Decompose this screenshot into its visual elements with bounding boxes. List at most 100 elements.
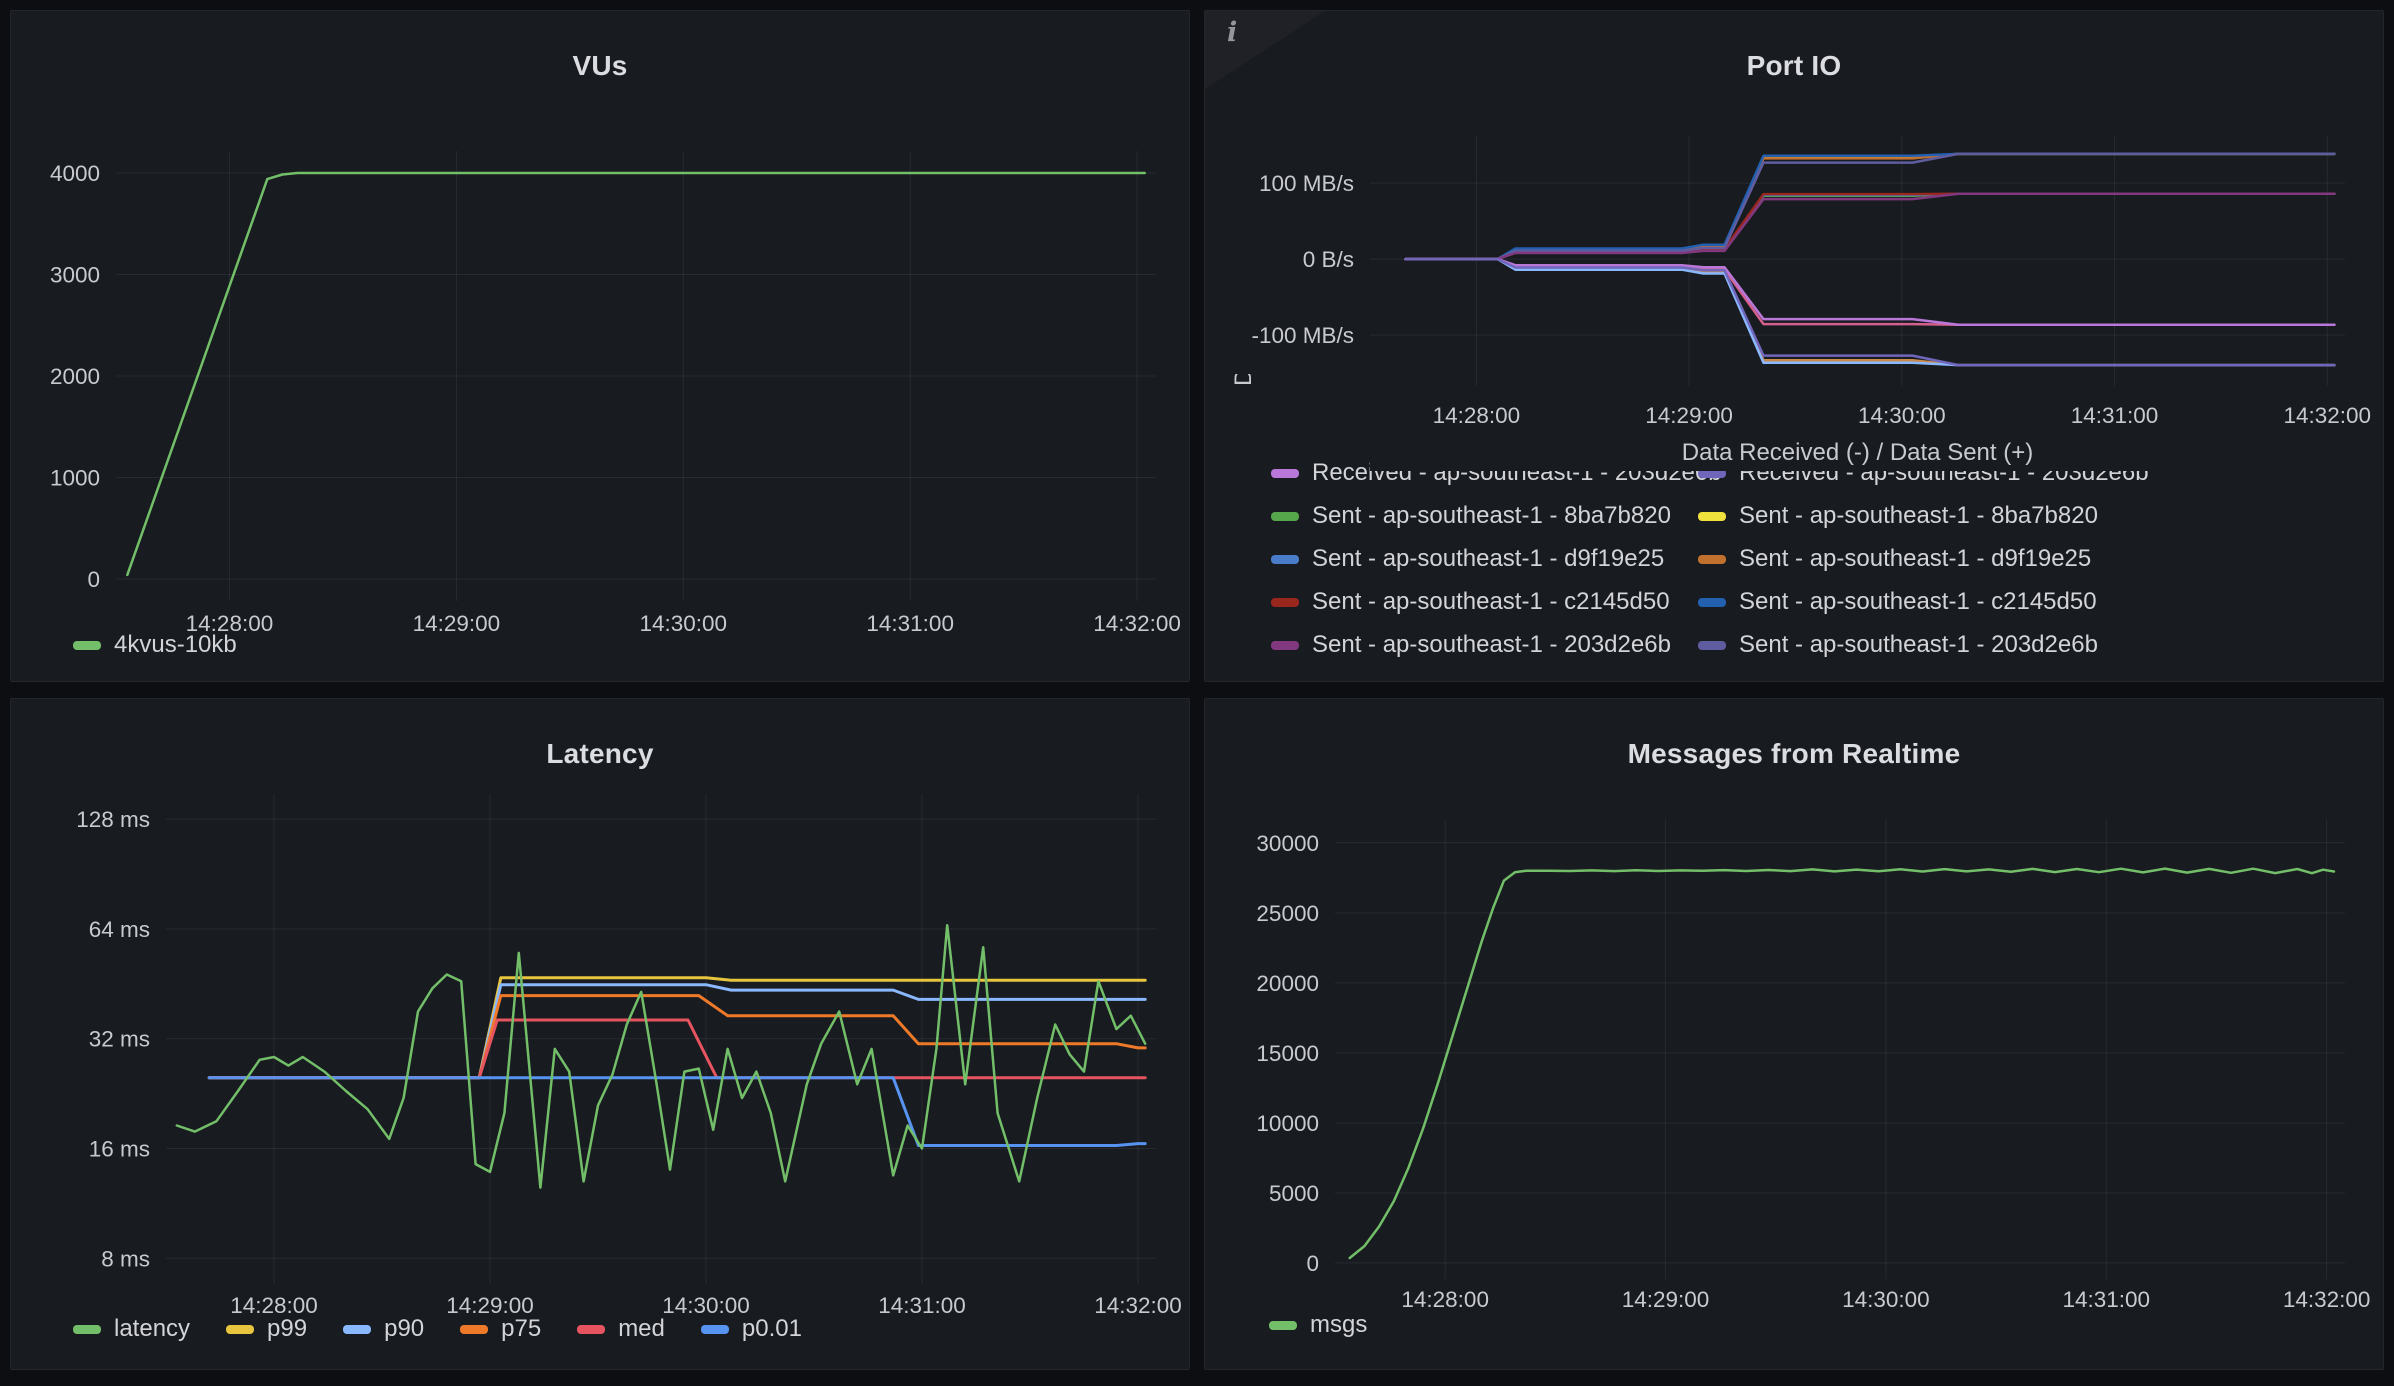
series-line-Sent - ap-southeast-1 - c2145d50 [dark-blue] bbox=[1406, 154, 2335, 259]
legend-label: p99 bbox=[267, 1315, 307, 1343]
y-tick-label: 64 ms bbox=[89, 917, 150, 942]
legend-swatch-icon bbox=[1271, 512, 1299, 521]
y-tick-label: 10000 bbox=[1256, 1111, 1319, 1136]
legend-item[interactable]: p0.01 bbox=[701, 1315, 802, 1343]
latency-legend: latency p99 p90 p75 med p0.01 bbox=[73, 1315, 802, 1343]
legend-item[interactable]: p99 bbox=[226, 1315, 307, 1343]
legend-label: Sent - ap-southeast-1 - d9f19e25 bbox=[1739, 545, 2091, 573]
grafana-dashboard: VUs 14:28:00 14:29:00 14:30:00 14:31:00 14:3… bbox=[0, 0, 2394, 1386]
legend-swatch-icon bbox=[226, 1325, 254, 1334]
y-tick-label: 0 bbox=[1306, 1251, 1319, 1276]
series-line-med bbox=[209, 1020, 1145, 1078]
series-line-p90 bbox=[209, 985, 1145, 1078]
panel-title-messages[interactable]: Messages from Realtime bbox=[1205, 738, 2383, 770]
x-tick-label: 14:30:00 bbox=[639, 611, 727, 636]
legend-item[interactable]: latency bbox=[73, 1315, 190, 1343]
x-tick-label: 14:31:00 bbox=[2062, 1287, 2150, 1312]
panel-title-port-io[interactable]: Port IO bbox=[1205, 50, 2383, 82]
y-tick-label: 20000 bbox=[1256, 971, 1319, 996]
legend-label: p90 bbox=[384, 1315, 424, 1343]
legend-item[interactable]: Sent - ap-southeast-1 - d9f19e25 bbox=[1698, 544, 2091, 574]
x-tick-label: 14:28:00 bbox=[1401, 1287, 1489, 1312]
port-io-chart[interactable]: 14:28:0014:29:0014:30:0014:31:0014:32:00… bbox=[1205, 11, 2385, 683]
legend-item[interactable]: Sent - ap-southeast-1 - 8ba7b820 bbox=[1271, 501, 1671, 531]
legend-label: p0.01 bbox=[742, 1315, 802, 1343]
x-tick-label: 14:31:00 bbox=[2071, 403, 2159, 428]
legend-item[interactable]: Sent - ap-southeast-1 - c2145d50 bbox=[1271, 587, 1670, 617]
series-line-Sent - ap-southeast-1 - d9f19e25 [orange] bbox=[1406, 154, 2335, 259]
y-tick-label: 5000 bbox=[1269, 1181, 1319, 1206]
series-line-Received line [light-blue] bbox=[1406, 259, 2335, 365]
legend-swatch-icon bbox=[577, 1325, 605, 1334]
series-line-msgs bbox=[1350, 869, 2334, 1258]
legend-label: Sent - ap-southeast-1 - 203d2e6b bbox=[1739, 631, 2098, 659]
y-tick-label: 0 bbox=[87, 567, 100, 592]
x-tick-label: 14:30:00 bbox=[1858, 403, 1946, 428]
y-tick-label: -100 MB/s bbox=[1251, 323, 1354, 348]
x-tick-label: 14:31:00 bbox=[878, 1293, 966, 1318]
y-tick-label: 1000 bbox=[50, 465, 100, 490]
legend-label: Sent - ap-southeast-1 - c2145d50 bbox=[1312, 588, 1670, 616]
y-tick-label: 128 ms bbox=[76, 807, 150, 832]
y-tick-label: 30000 bbox=[1256, 831, 1319, 856]
y-tick-label: 25000 bbox=[1256, 901, 1319, 926]
y-tick-label: 3000 bbox=[50, 263, 100, 288]
series-line-Sent - ap-southeast-1 - 203d2e6b [slate-purple] bbox=[1406, 154, 2335, 259]
panel-vus: VUs 14:28:0014:29:0014:30:0014:31:0014:3… bbox=[10, 10, 1190, 682]
legend-swatch-icon bbox=[1271, 641, 1299, 650]
legend-swatch-icon bbox=[73, 641, 101, 650]
legend-label: p75 bbox=[501, 1315, 541, 1343]
x-tick-label: 14:28:00 bbox=[1433, 403, 1521, 428]
port-io-x-axis-label: Data Received (-) / Data Sent (+) bbox=[1370, 437, 2345, 471]
legend-label: Sent - ap-southeast-1 - 8ba7b820 bbox=[1739, 502, 2098, 530]
latency-chart[interactable]: 14:28:0014:29:0014:30:0014:31:0014:32:00… bbox=[11, 699, 1191, 1371]
legend-swatch-icon bbox=[1271, 598, 1299, 607]
legend-swatch-icon bbox=[1698, 641, 1726, 650]
legend-swatch-icon bbox=[701, 1325, 729, 1334]
series-line-Received - ap-southeast-1 - 203d2e6b [purple] bbox=[1406, 259, 2335, 365]
panel-info-corner[interactable] bbox=[1205, 11, 1325, 89]
legend-item[interactable]: msgs bbox=[1269, 1311, 1367, 1339]
x-tick-label: 14:29:00 bbox=[1645, 403, 1733, 428]
legend-label: Sent - ap-southeast-1 - c2145d50 bbox=[1739, 588, 2097, 616]
legend-item[interactable]: Sent - ap-southeast-1 - c2145d50 bbox=[1698, 587, 2097, 617]
legend-item[interactable]: Sent - ap-southeast-1 - 8ba7b820 bbox=[1698, 501, 2098, 531]
y-tick-label: 15000 bbox=[1256, 1041, 1319, 1066]
y-tick-label: 16 ms bbox=[89, 1136, 150, 1161]
legend-item[interactable]: med bbox=[577, 1315, 665, 1343]
legend-item[interactable]: Sent - ap-southeast-1 - 203d2e6b bbox=[1698, 630, 2098, 660]
y-tick-label: 4000 bbox=[50, 161, 100, 186]
y-tick-label: 32 ms bbox=[89, 1027, 150, 1052]
x-tick-label: 14:29:00 bbox=[1622, 1287, 1710, 1312]
panel-messages: Messages from Realtime 14:28:0014:29:001… bbox=[1204, 698, 2384, 1370]
x-tick-label: 14:32:00 bbox=[1093, 611, 1181, 636]
series-line-Received line [light-orange] bbox=[1406, 259, 2335, 365]
x-tick-label: 14:30:00 bbox=[1842, 1287, 1930, 1312]
legend-swatch-icon bbox=[1698, 555, 1726, 564]
legend-label: Sent - ap-southeast-1 - d9f19e25 bbox=[1312, 545, 1664, 573]
info-icon[interactable]: i bbox=[1227, 17, 1237, 48]
legend-item[interactable]: p75 bbox=[460, 1315, 541, 1343]
y-tick-label: 0 B/s bbox=[1303, 247, 1354, 272]
panel-latency: Latency 14:28:0014:29:0014:30:0014:31:00… bbox=[10, 698, 1190, 1370]
panel-title-latency[interactable]: Latency bbox=[11, 738, 1189, 770]
panel-port-io: i Port IO 14:28:00 14:29:00 14:30:00 14:31:… bbox=[1204, 10, 2384, 682]
x-tick-label: 14:32:00 bbox=[1094, 1293, 1182, 1318]
messages-chart[interactable]: 14:28:00 14:29:00 14:30:00 14:31:00 14:32:00… bbox=[1205, 699, 2385, 1371]
legend-item[interactable]: Sent - ap-southeast-1 - d9f19e25 bbox=[1271, 544, 1664, 574]
legend-item[interactable]: p90 bbox=[343, 1315, 424, 1343]
legend-swatch-icon bbox=[1269, 1321, 1297, 1330]
series-line-4kvus-10kb bbox=[127, 173, 1144, 575]
legend-swatch-icon bbox=[1698, 598, 1726, 607]
legend-label: Sent - ap-southeast-1 - 203d2e6b bbox=[1312, 631, 1671, 659]
series-line-p75 bbox=[209, 996, 1145, 1078]
legend-item[interactable]: 4kvus-10kb bbox=[73, 631, 237, 659]
panel-title-vus[interactable]: VUs bbox=[11, 50, 1189, 82]
vus-chart[interactable]: 14:28:0014:29:0014:30:0014:31:0014:32:00… bbox=[11, 11, 1191, 683]
messages-legend: msgs bbox=[1269, 1311, 1367, 1339]
legend-swatch-icon bbox=[1698, 512, 1726, 521]
y-tick-label: 2000 bbox=[50, 364, 100, 389]
x-tick-label: 14:32:00 bbox=[2283, 1287, 2371, 1312]
vus-legend: 4kvus-10kb bbox=[73, 631, 237, 659]
legend-item[interactable]: Sent - ap-southeast-1 - 203d2e6b bbox=[1271, 630, 1671, 660]
